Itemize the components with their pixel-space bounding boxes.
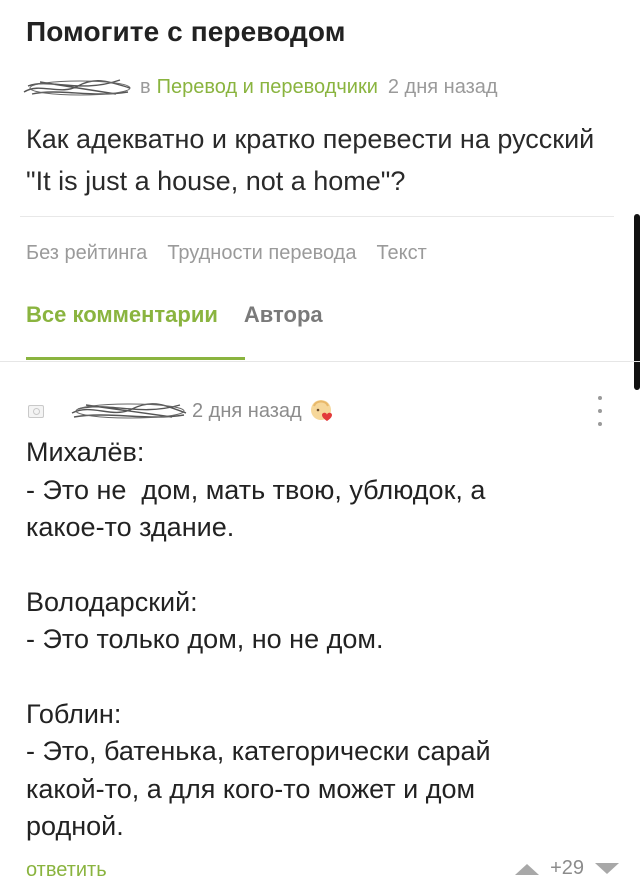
tag-item[interactable]: Трудности перевода <box>167 242 356 265</box>
tag-item[interactable]: Без рейтинга <box>26 242 147 265</box>
post-time: 2 дня назад <box>387 75 498 98</box>
triangle-down-icon[interactable] <box>592 862 622 876</box>
camera-placeholder-icon[interactable] <box>28 404 44 418</box>
tab-author[interactable]: Автора <box>244 302 323 328</box>
comment-paragraph: Михалёв: - Это не дом, мать твою, ублюдо… <box>26 434 616 547</box>
heart-emoji-icon <box>310 400 332 421</box>
vote-control: +29 <box>512 857 622 880</box>
comment-line: какое-то здание. <box>26 512 235 542</box>
comment-line: родной. <box>26 811 124 841</box>
comment-line: какой-то, а для кого-то может и дом <box>26 773 476 804</box>
comment-line: - Это не дом, мать твою, ублюдок, а <box>26 474 486 505</box>
comment-score: +29 <box>550 857 584 879</box>
author-scribble[interactable] <box>20 74 134 100</box>
scrollbar[interactable] <box>634 214 640 390</box>
tag-list: Без рейтинга Трудности перевода Текст <box>26 242 447 265</box>
comment-tabs: Все комментарии Автора <box>26 302 323 328</box>
comment-paragraph: Володарский: - Это только дом, но не дом… <box>26 584 616 659</box>
comment-line: Володарский: <box>26 586 198 617</box>
post-title[interactable]: Помогите с переводом <box>26 16 346 48</box>
triangle-up-icon[interactable] <box>512 862 542 876</box>
active-tab-indicator <box>26 357 245 360</box>
comment-paragraph: Гоблин: - Это, батенька, категорически с… <box>26 696 616 846</box>
community-link[interactable]: Перевод и переводчики <box>157 76 378 99</box>
reply-link[interactable]: ответить <box>26 859 107 882</box>
comment-line: - Это, батенька, категорически сарай <box>26 736 491 766</box>
comment-line: Гоблин: <box>26 698 122 729</box>
commenter-scribble[interactable] <box>68 399 190 423</box>
comment-time: 2 дня назад <box>192 399 302 422</box>
tab-all-comments[interactable]: Все комментарии <box>26 302 218 328</box>
divider <box>20 216 614 217</box>
tag-item[interactable]: Текст <box>376 242 426 265</box>
post-body: Как адекватно и кратко перевести на русс… <box>26 124 595 196</box>
comment-header: 2 дня назад <box>28 396 334 426</box>
kebab-menu-icon[interactable] <box>596 396 604 426</box>
post-meta: в Перевод и переводчики 2 дня назад <box>20 72 498 102</box>
meta-in-label: в <box>140 75 151 98</box>
comment-line: - Это только дом, но не дом. <box>26 624 384 654</box>
comment-line: Михалёв: <box>26 437 145 467</box>
divider <box>0 361 640 362</box>
comment-body: Михалёв: - Это не дом, мать твою, ублюдо… <box>26 434 616 846</box>
